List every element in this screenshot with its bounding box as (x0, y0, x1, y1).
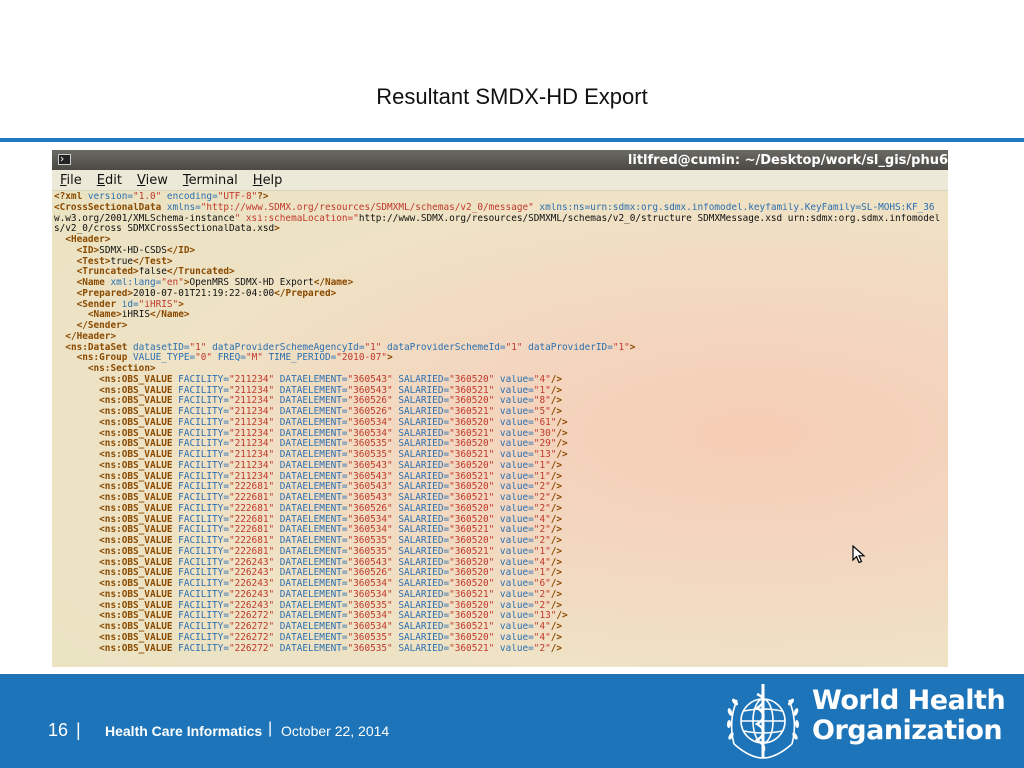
xml-line: <Prepared>2010-07-01T21:19:22-04:00</Pre… (76, 288, 337, 299)
xml-obs-value-line: <ns:OBS_VALUE FACILITY="226272" DATAELEM… (99, 643, 563, 654)
xml-obs-value-line: <ns:OBS_VALUE FACILITY="226243" DATAELEM… (99, 579, 563, 589)
xml-line: <ID>SDMX-HD-CSDS</ID> (76, 245, 196, 256)
xml-obs-value-line: <ns:OBS_VALUE FACILITY="222681" DATAELEM… (99, 503, 563, 514)
xml-obs-value-line: <ns:OBS_VALUE FACILITY="226272" DATAELEM… (99, 611, 568, 622)
xml-line: w.w3.org/2001/XMLSchema-instance" xsi:sc… (54, 213, 941, 224)
xml-line: </Header> (65, 331, 117, 342)
xml-obs-value-line: <ns:OBS_VALUE FACILITY="211234" DATAELEM… (99, 439, 568, 450)
xml-obs-value-line: <ns:OBS_VALUE FACILITY="211234" DATAELEM… (99, 460, 563, 471)
terminal-titlebar[interactable]: litlfred@cumin: ~/Desktop/work/sl_gis/ph… (52, 150, 948, 170)
menu-file[interactable]: File (60, 173, 82, 188)
xml-obs-value-line: <ns:OBS_VALUE FACILITY="211234" DATAELEM… (99, 385, 563, 396)
xml-line: <ns:Section> (87, 364, 156, 374)
window-title: litlfred@cumin: ~/Desktop/work/sl_gis/ph… (627, 153, 948, 168)
xml-line: </Sender> (76, 321, 128, 331)
xml-obs-value-line: <ns:OBS_VALUE FACILITY="222681" DATAELEM… (99, 546, 563, 557)
xml-line: s/v2_0/cross SDMXCrossSectionalData.xsd> (54, 224, 280, 235)
terminal-icon[interactable] (58, 154, 71, 165)
xml-line: <Name xml:lang="en">OpenMRS SDMX-HD Expo… (76, 278, 354, 288)
who-name-line1: World Health (812, 685, 1006, 716)
xml-obs-value-line: <ns:OBS_VALUE FACILITY="226272" DATAELEM… (99, 632, 563, 643)
xml-line: <Sender id="iHRIS"> (76, 299, 184, 310)
xml-obs-value-line: <ns:OBS_VALUE FACILITY="222681" DATAELEM… (99, 493, 563, 503)
who-wordmark: World Health Organization (812, 685, 1006, 746)
menu-view[interactable]: View (137, 173, 168, 188)
xml-line: <CrossSectionalData xmlns="http://www.SD… (54, 202, 935, 213)
title-divider (0, 138, 1024, 142)
footer-org-label: Health Care Informatics (105, 723, 263, 739)
xml-line: <Header> (65, 235, 111, 245)
xml-line: <ns:Group VALUE_TYPE="0" FREQ="M" TIME_P… (76, 353, 393, 364)
page-number: 16 (48, 720, 69, 740)
xml-obs-value-line: <ns:OBS_VALUE FACILITY="226272" DATAELEM… (99, 622, 563, 632)
mouse-pointer-icon (852, 545, 866, 564)
who-name-line2: Organization (812, 715, 1003, 746)
terminal-window[interactable]: litlfred@cumin: ~/Desktop/work/sl_gis/ph… (52, 150, 948, 667)
xml-obs-value-line: <ns:OBS_VALUE FACILITY="211234" DATAELEM… (99, 450, 568, 460)
xml-obs-value-line: <ns:OBS_VALUE FACILITY="226243" DATAELEM… (99, 589, 563, 600)
xml-line: <Test>true</Test> (76, 256, 173, 267)
xml-obs-value-line: <ns:OBS_VALUE FACILITY="226243" DATAELEM… (99, 557, 563, 568)
xml-line: <?xml version="1.0" encoding="UTF-8"?> (54, 192, 269, 202)
xml-obs-value-line: <ns:OBS_VALUE FACILITY="211234" DATAELEM… (99, 407, 563, 417)
slide-title: Resultant SMDX-HD Export (376, 84, 648, 109)
who-emblem-icon (726, 684, 800, 759)
xml-obs-value-line: <ns:OBS_VALUE FACILITY="226243" DATAELEM… (99, 568, 563, 579)
xml-obs-value-line: <ns:OBS_VALUE FACILITY="222681" DATAELEM… (99, 525, 563, 536)
xml-obs-value-line: <ns:OBS_VALUE FACILITY="211234" DATAELEM… (99, 374, 563, 385)
xml-line: <Name>iHRIS</Name> (87, 310, 190, 321)
menu-help[interactable]: Help (253, 173, 283, 188)
footer-separator: | (76, 720, 81, 740)
footer-date: October 22, 2014 (281, 723, 390, 739)
xml-obs-value-line: <ns:OBS_VALUE FACILITY="211234" DATAELEM… (99, 396, 563, 407)
xml-obs-value-line: <ns:OBS_VALUE FACILITY="222681" DATAELEM… (99, 482, 563, 493)
xml-obs-value-line: <ns:OBS_VALUE FACILITY="211234" DATAELEM… (99, 417, 568, 428)
menu-terminal[interactable]: Terminal (183, 173, 238, 188)
xml-obs-value-line: <ns:OBS_VALUE FACILITY="211234" DATAELEM… (99, 428, 568, 439)
xml-obs-value-line: <ns:OBS_VALUE FACILITY="222681" DATAELEM… (99, 536, 563, 546)
xml-line: <ns:DataSet datasetID="1" dataProviderSc… (65, 342, 636, 353)
xml-obs-value-line: <ns:OBS_VALUE FACILITY="211234" DATAELEM… (99, 471, 563, 482)
xml-line: <Truncated>false</Truncated> (76, 267, 235, 278)
footer-separator-2: | (268, 720, 273, 737)
menu-edit[interactable]: Edit (97, 173, 122, 188)
terminal-menubar: File Edit View Terminal Help (52, 170, 948, 191)
terminal-output[interactable]: <?xml version="1.0" encoding="UTF-8"?> <C… (52, 191, 948, 667)
xml-obs-value-line: <ns:OBS_VALUE FACILITY="222681" DATAELEM… (99, 514, 563, 525)
xml-obs-value-line: <ns:OBS_VALUE FACILITY="226243" DATAELEM… (99, 600, 563, 611)
